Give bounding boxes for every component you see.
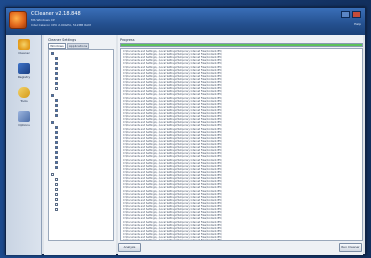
minimize-icon[interactable]: [341, 11, 350, 18]
cleaner-options-panel: Cleaner Settings Windows Applications: [44, 35, 116, 255]
checklist-group[interactable]: [51, 121, 113, 125]
checklist-item[interactable]: [55, 146, 113, 150]
checkbox-icon[interactable]: [55, 188, 58, 191]
checkbox-icon[interactable]: [55, 62, 58, 65]
checkbox-icon[interactable]: [55, 198, 58, 201]
checklist-item[interactable]: [55, 203, 113, 207]
checklist-item[interactable]: [55, 131, 113, 135]
checkbox-icon[interactable]: [55, 141, 58, 144]
checklist-item[interactable]: [55, 178, 113, 182]
checkbox-icon[interactable]: [55, 126, 58, 129]
checklist-item[interactable]: [55, 82, 113, 86]
checklist-group[interactable]: [51, 52, 113, 56]
checkbox-icon[interactable]: [55, 82, 58, 85]
progress-label: Progress: [120, 38, 135, 42]
checkbox-icon[interactable]: [55, 208, 58, 211]
checkbox-icon[interactable]: [55, 72, 58, 75]
checklist-item[interactable]: [55, 109, 113, 113]
checkbox-icon[interactable]: [55, 146, 58, 149]
checkbox-icon[interactable]: [55, 193, 58, 196]
toolbox-icon: [18, 87, 30, 98]
nav-label: Tools: [20, 99, 28, 103]
checkbox-icon[interactable]: [51, 94, 54, 97]
checkbox-icon[interactable]: [55, 183, 58, 186]
checklist-item[interactable]: [55, 188, 113, 192]
checklist-item[interactable]: [55, 198, 113, 202]
checklist-item[interactable]: [55, 72, 113, 76]
nav-label: Options: [18, 123, 30, 127]
checkbox-icon[interactable]: [55, 99, 58, 102]
checkbox-icon[interactable]: [55, 161, 58, 164]
left-navigation: Cleaner Registry Tools Options: [6, 35, 42, 255]
registry-cube-icon: [18, 63, 30, 74]
nav-item-registry[interactable]: Registry: [9, 63, 39, 83]
checkbox-icon[interactable]: [51, 173, 54, 176]
nav-label: Registry: [17, 75, 31, 79]
checkbox-icon[interactable]: [55, 131, 58, 134]
checklist-item[interactable]: [55, 126, 113, 130]
checkbox-icon[interactable]: [55, 77, 58, 80]
checklist-item[interactable]: [55, 183, 113, 187]
window-controls: [341, 11, 361, 18]
options-title: Cleaner Settings: [48, 38, 77, 42]
checklist-item[interactable]: [55, 77, 113, 81]
nav-item-options[interactable]: Options: [9, 111, 39, 131]
nav-label: Cleaner: [18, 51, 30, 55]
checkbox-icon[interactable]: [55, 109, 58, 112]
checklist-item[interactable]: [55, 87, 113, 91]
help-link[interactable]: Help: [354, 22, 361, 26]
progress-bar: [120, 43, 363, 47]
checklist-item[interactable]: [55, 62, 113, 66]
checklist-item[interactable]: [55, 99, 113, 103]
result-row: C:\Documents and Settings\...\Local Sett…: [123, 239, 222, 241]
checkbox-icon[interactable]: [55, 136, 58, 139]
checklist-item[interactable]: [55, 166, 113, 170]
checklist-item[interactable]: [55, 136, 113, 140]
checkbox-icon[interactable]: [55, 156, 58, 159]
checkbox-icon[interactable]: [55, 67, 58, 70]
results-list[interactable]: C:\Documents and Settings\...\Local Sett…: [120, 48, 363, 241]
checklist-item[interactable]: [55, 114, 113, 118]
run-cleaner-button[interactable]: Run Cleaner: [339, 243, 362, 252]
progress-bar-fill: [121, 44, 362, 46]
checklist-item[interactable]: [55, 161, 113, 165]
checklist-item[interactable]: [55, 141, 113, 145]
system-info-os: MS Windows XP: [31, 18, 55, 22]
app-title: CCleaner v2.18.848: [31, 11, 81, 17]
nav-item-cleaner[interactable]: Cleaner: [9, 39, 39, 59]
options-checklist: [48, 49, 114, 241]
checklist-group[interactable]: [51, 173, 113, 177]
broom-icon: [18, 39, 30, 50]
analyze-button[interactable]: Analyze: [118, 243, 141, 252]
checklist-item[interactable]: [55, 104, 113, 108]
checkbox-icon[interactable]: [55, 104, 58, 107]
checklist-item[interactable]: [55, 193, 113, 197]
system-info-hardware: Intel Celeron CPU 2.00GHz, 512MB RAM: [31, 23, 91, 27]
checkbox-icon[interactable]: [51, 52, 54, 55]
checkbox-icon[interactable]: [51, 121, 54, 124]
checklist-item[interactable]: [55, 208, 113, 212]
nav-item-tools[interactable]: Tools: [9, 87, 39, 107]
checkbox-icon[interactable]: [55, 151, 58, 154]
checklist-item[interactable]: [55, 57, 113, 61]
title-bar: CCleaner v2.18.848 MS Windows XP Intel C…: [6, 8, 365, 35]
gear-icon: [18, 111, 30, 122]
checkbox-icon[interactable]: [55, 87, 58, 90]
checklist-group[interactable]: [51, 94, 113, 98]
checkbox-icon[interactable]: [55, 166, 58, 169]
checkbox-icon[interactable]: [55, 178, 58, 181]
ccleaner-logo-icon: [9, 11, 27, 29]
checkbox-icon[interactable]: [55, 114, 58, 117]
checklist-item[interactable]: [55, 151, 113, 155]
checklist-item[interactable]: [55, 67, 113, 71]
checkbox-icon[interactable]: [55, 203, 58, 206]
checklist-item[interactable]: [55, 156, 113, 160]
close-icon[interactable]: [352, 11, 361, 18]
checkbox-icon[interactable]: [55, 57, 58, 60]
app-window: CCleaner v2.18.848 MS Windows XP Intel C…: [5, 7, 366, 255]
results-panel: Progress C:\Documents and Settings\...\L…: [118, 35, 363, 255]
